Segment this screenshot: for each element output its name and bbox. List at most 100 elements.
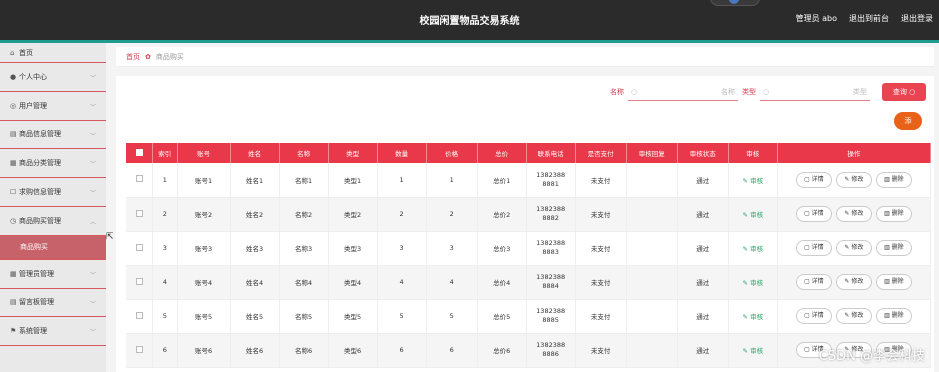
row-checkbox[interactable] — [126, 333, 154, 368]
avatar[interactable] — [710, 0, 760, 6]
cell-reply — [626, 333, 678, 368]
delete-button[interactable]: ▥ 删除 — [875, 308, 912, 324]
detail-button[interactable]: ▢ 详情 — [795, 274, 832, 290]
cell-paid: 未支付 — [575, 163, 627, 198]
edit-label: 修改 — [851, 278, 864, 285]
detail-icon: ▢ — [804, 244, 810, 251]
detail-label: 详情 — [811, 210, 824, 217]
delete-button[interactable]: ▥ 删除 — [875, 206, 912, 222]
cell-reply — [626, 163, 678, 198]
cell-type: 类型3 — [328, 231, 378, 266]
detail-button[interactable]: ▢ 详情 — [795, 308, 832, 324]
cell-status: 通过 — [677, 163, 729, 198]
cell-idx: 5 — [152, 299, 178, 334]
chevron-down-icon: ﹀ — [89, 271, 96, 279]
cell-qty: 3 — [377, 231, 427, 266]
row-checkbox[interactable] — [126, 299, 154, 334]
detail-button[interactable]: ▢ 详情 — [795, 240, 832, 256]
edit-button[interactable]: ✎ 修改 — [835, 274, 872, 290]
detail-icon: ▢ — [804, 175, 810, 183]
delete-button[interactable]: ▥ 删除 — [875, 240, 912, 256]
operations-cell: ▢ 详情 ✎ 修改 ▥ 删除 — [777, 197, 932, 232]
edit-button[interactable]: ✎ 修改 — [835, 240, 872, 256]
sidebar-item-3[interactable]: ▤ 商品信息管理 ﹀ — [0, 121, 106, 150]
audit-button[interactable]: ✎ 审核 — [743, 347, 764, 355]
sidebar-item-10[interactable]: ⚑ 系统管理 ﹀ — [0, 317, 106, 347]
trash-icon: ▥ — [884, 175, 890, 183]
edit-button[interactable]: ✎ 修改 — [835, 171, 872, 188]
cell-qty: 2 — [377, 197, 427, 232]
cell-reply — [626, 231, 678, 266]
audit-button[interactable]: ✎ 审核 — [743, 279, 764, 287]
purchase-table: 索引 账号 姓名 名称 类型 数量 价格 总价 联系电话 是否支付 审核回复 审核状态 审核 操作 1 账号… — [126, 143, 932, 368]
logout-link[interactable]: 退出登录 — [901, 13, 933, 24]
cell-title: 名称5 — [279, 299, 329, 334]
sidebar-item-8[interactable]: ▦ 管理员管理 ﹀ — [0, 260, 106, 289]
search-icon: ○ — [763, 87, 770, 96]
cell-total: 总价4 — [477, 265, 527, 300]
cell-name: 姓名6 — [230, 333, 280, 368]
cell-status: 通过 — [677, 333, 729, 368]
audit-button[interactable]: ✎ 审核 — [743, 211, 764, 219]
query-button[interactable]: 查询 ○ — [882, 83, 926, 101]
audit-label: 审核 — [750, 279, 764, 287]
cell-paid: 未支付 — [575, 265, 627, 300]
operations-cell: ▢ 详情 ✎ 修改 ▥ 删除 — [777, 299, 932, 334]
detail-icon: ▢ — [804, 312, 810, 319]
sidebar-subitem-purchase[interactable]: 商品购买 — [0, 235, 106, 260]
cell-price: 6 — [426, 333, 478, 368]
sidebar-item-6[interactable]: ◷ 商品购买管理 ︿ — [0, 207, 106, 236]
edit-icon: ✎ — [844, 278, 850, 285]
cell-name: 姓名1 — [230, 163, 280, 198]
cell-idx: 4 — [152, 265, 178, 300]
breadcrumb-home[interactable]: 首页 — [126, 52, 140, 62]
add-button[interactable]: 添 — [894, 112, 922, 130]
cell-idx: 3 — [152, 231, 178, 266]
breadcrumb-home-icon: ✿ — [145, 52, 151, 61]
sidebar-item-0[interactable]: ⌂ 首页 — [0, 43, 106, 63]
sidebar-item-9[interactable]: ▤ 留言板管理 ﹀ — [0, 289, 106, 318]
detail-label: 详情 — [811, 312, 824, 319]
type-search-input[interactable]: ○ 类型 — [760, 83, 870, 101]
edit-button[interactable]: ✎ 修改 — [835, 308, 872, 324]
column-header: 索引 — [152, 143, 178, 163]
audit-button[interactable]: ✎ 审核 — [743, 245, 764, 253]
row-checkbox[interactable] — [126, 231, 154, 266]
cell-price: 2 — [426, 197, 478, 232]
audit-cell: ✎ 审核 — [728, 231, 778, 266]
column-header: 姓名 — [230, 143, 280, 163]
cell-total: 总价6 — [477, 333, 527, 368]
name-search-input[interactable]: ○ 名称 — [628, 83, 738, 101]
row-checkbox[interactable] — [126, 163, 154, 198]
back-to-front-link[interactable]: 退出到前台 — [849, 13, 889, 24]
row-checkbox[interactable] — [126, 265, 154, 300]
detail-button[interactable]: ▢ 详情 — [795, 206, 832, 222]
type-placeholder: 类型 — [853, 87, 867, 96]
sidebar-item-4[interactable]: ▦ 商品分类管理 ﹀ — [0, 149, 106, 179]
sidebar-item-1[interactable]: ● 个人中心 ﹀ — [0, 63, 106, 92]
audit-button[interactable]: ✎ 审核 — [743, 177, 764, 185]
row-checkbox[interactable] — [126, 197, 154, 232]
cell-reply — [626, 197, 678, 232]
sidebar-item-2[interactable]: ◎ 用户管理 ﹀ — [0, 92, 106, 121]
detail-button[interactable]: ▢ 详情 — [795, 171, 832, 188]
name-label: 名称 — [610, 88, 624, 96]
delete-button[interactable]: ▥ 删除 — [875, 274, 912, 290]
edit-button[interactable]: ✎ 修改 — [835, 206, 872, 222]
table-row: 3 账号3 姓名3 名称3 类型3 3 3 总价3 13823888883 未支付 通过 ✎ 审核 ▢ … — [126, 231, 932, 266]
delete-button[interactable]: ▥ 删除 — [875, 171, 912, 188]
breadcrumb-current: 商品购买 — [155, 52, 184, 61]
cell-type: 类型6 — [328, 333, 378, 368]
cell-price: 4 — [426, 265, 478, 300]
audit-button[interactable]: ✎ 审核 — [743, 313, 764, 321]
sidebar-item-label: 求购信息管理 — [19, 188, 61, 197]
cell-status: 通过 — [677, 231, 729, 266]
cell-idx: 6 — [152, 333, 178, 368]
cell-title: 名称2 — [279, 197, 329, 232]
select-all-checkbox[interactable] — [126, 143, 154, 163]
chevron-down-icon: ﹀ — [89, 300, 96, 308]
sidebar-item-5[interactable]: ☐ 求购信息管理 ﹀ — [0, 178, 106, 207]
operations-cell: ▢ 详情 ✎ 修改 ▥ 删除 — [777, 265, 932, 300]
cell-qty: 4 — [377, 265, 427, 300]
cell-phone: 13823888882 — [526, 197, 576, 232]
